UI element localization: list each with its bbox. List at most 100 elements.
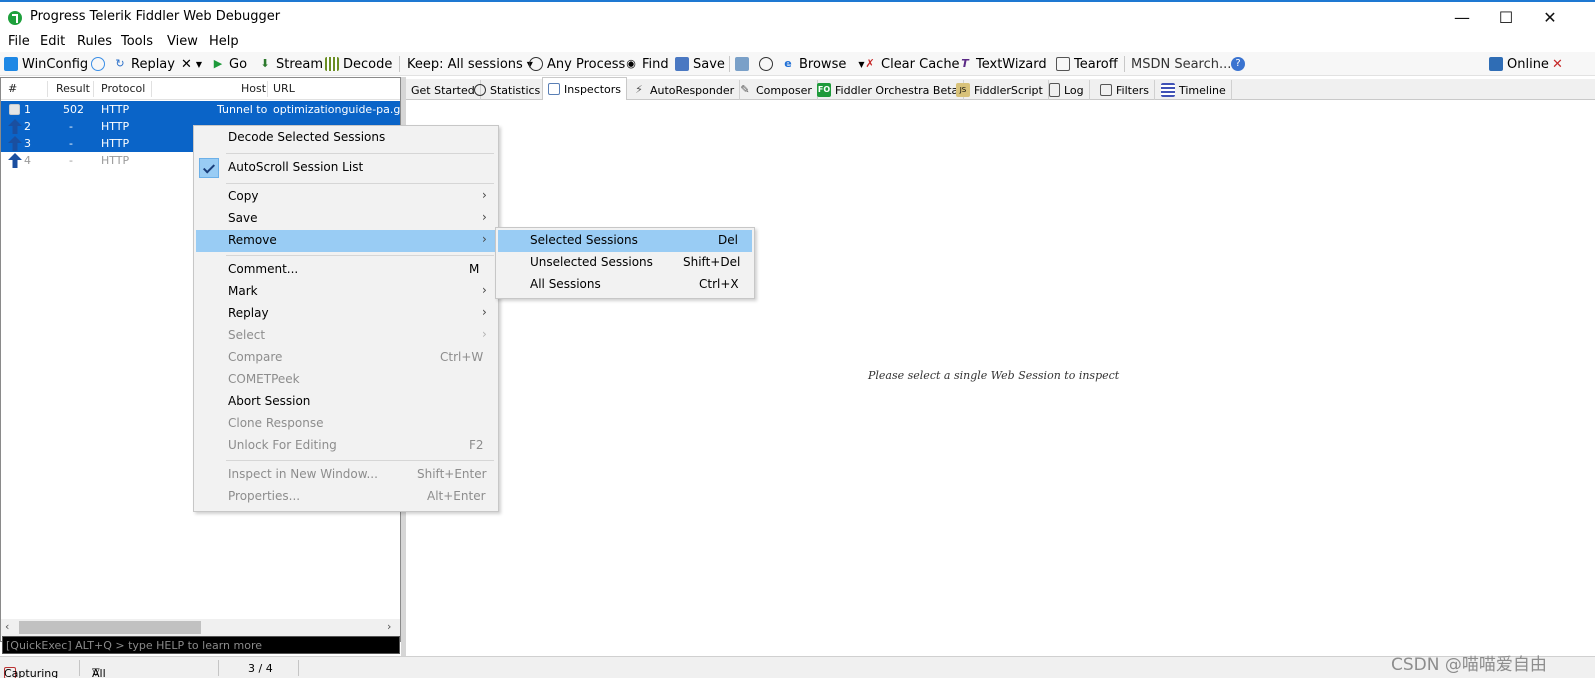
menu-item-mark[interactable]: Mark › [196,281,496,303]
speech-bubble-icon [91,57,105,71]
tab-timeline[interactable]: Timeline [1156,80,1232,100]
menu-view[interactable]: View [167,34,198,49]
tab-autoresponder[interactable]: ⚡ AutoResponder [627,80,741,100]
tab-fiddler-orchestra[interactable]: FO Fiddler Orchestra Beta [812,80,965,100]
menu-tools[interactable]: Tools [121,34,153,49]
lightning-icon: ⚡ [635,83,643,96]
tearoff-button[interactable]: Tearoff [1056,55,1118,73]
network-icon [1489,57,1503,71]
windows-icon [4,57,18,71]
remove-submenu: Selected Sessions Del Unselected Session… [495,227,755,299]
decode-button[interactable]: Decode [325,55,392,73]
inspector-empty-message: Please select a single Web Session to in… [868,369,1120,382]
status-bar: Capturing ▽ All Processes 3 / 4 [0,656,1595,678]
col-result[interactable]: Result [56,82,90,95]
session-context-menu: Decode Selected Sessions AutoScroll Sess… [193,125,499,512]
col-id[interactable]: # [8,82,17,95]
menu-item-decode-selected[interactable]: Decode Selected Sessions [196,127,496,149]
menu-edit[interactable]: Edit [40,34,65,49]
find-button[interactable]: ◉ Find [624,55,668,73]
scroll-right-icon[interactable]: › [387,620,391,633]
checkbox-icon [1100,84,1112,96]
col-protocol[interactable]: Protocol [101,82,145,95]
close-toolbar-icon[interactable]: ✕ [1552,55,1563,73]
stream-button[interactable]: ⬇ Stream [258,55,323,73]
menu-item-clone-response[interactable]: Clone Response [196,413,496,435]
menu-file[interactable]: File [8,34,30,49]
submenu-item-unselected-sessions[interactable]: Unselected Sessions Shift+Del [498,252,752,274]
replay-icon: ↻ [115,57,125,70]
col-host[interactable]: Host [241,82,266,95]
menu-item-properties[interactable]: Properties... Alt+Enter [196,486,496,508]
crosshair-icon [529,57,543,71]
menu-item-cometpeek[interactable]: COMETPeek [196,369,496,391]
clear-cache-button[interactable]: ✗ Clear Cache [863,55,959,73]
stopwatch-icon [759,57,773,71]
timer-button[interactable] [759,55,773,73]
go-button[interactable]: ▶ Go [211,55,247,73]
menu-item-unlock-editing[interactable]: Unlock For Editing F2 [196,435,496,457]
scrollbar-thumb[interactable] [19,621,201,634]
menu-item-compare[interactable]: Compare Ctrl+W [196,347,496,369]
menu-separator [226,255,494,256]
keep-sessions-dropdown[interactable]: Keep: All sessions ▼ [407,55,533,73]
statistics-icon [474,84,486,96]
help-button[interactable]: ? [1231,55,1245,73]
window-title: Progress Telerik Fiddler Web Debugger [30,9,281,24]
menu-help[interactable]: Help [209,34,239,49]
textwizard-button[interactable]: T TextWizard [958,55,1046,73]
log-icon [1049,83,1060,97]
timeline-icon [1161,83,1175,97]
online-status[interactable]: Online [1489,55,1549,73]
menu-rules[interactable]: Rules [77,34,112,49]
magnifier-icon [548,83,560,95]
menu-item-inspect-new-window[interactable]: Inspect in New Window... Shift+Enter [196,464,496,486]
session-count: 3 / 4 [248,662,273,675]
tab-composer[interactable]: ✎ Composer [733,80,818,100]
horizontal-scrollbar[interactable]: ‹ › [1,619,400,636]
close-button[interactable]: ✕ [1528,6,1572,30]
menu-separator [226,183,494,184]
winconfig-button[interactable]: WinConfig [4,55,88,73]
tab-filters[interactable]: Filters [1095,80,1155,100]
maximize-button[interactable]: ☐ [1484,6,1528,30]
tab-inspectors[interactable]: Inspectors [542,77,628,100]
scroll-left-icon[interactable]: ‹ [5,620,9,633]
tab-fiddlerscript[interactable]: JS FiddlerScript [951,80,1049,100]
menu-item-save[interactable]: Save › [196,208,496,230]
comment-button[interactable] [91,55,105,73]
menu-item-select[interactable]: Select › [196,325,496,347]
tab-log[interactable]: Log [1044,80,1090,100]
col-url[interactable]: URL [273,82,295,95]
inspector-tabs: Get Started Statistics Inspectors ⚡ Auto… [406,77,1595,100]
menu-item-autoscroll[interactable]: AutoScroll Session List [196,157,496,179]
msdn-search-box[interactable]: MSDN Search... [1131,55,1231,73]
remove-dropdown-button[interactable]: ✕ ▼ [181,55,202,73]
lock-icon [9,104,20,115]
browse-button[interactable]: e Browse ▼ [781,55,864,73]
toolbar: WinConfig ↻ Replay ✕ ▼ ▶ Go ⬇ Stream Dec… [0,52,1595,76]
submenu-item-all-sessions[interactable]: All Sessions Ctrl+X [498,274,752,296]
table-row[interactable]: 1 502 HTTP Tunnel to optimizationguide-p… [1,101,414,118]
submenu-arrow-icon: › [482,232,487,246]
any-process-button[interactable]: Any Process [529,55,625,73]
chevron-down-icon: ▼ [195,59,203,69]
minimize-button[interactable]: — [1440,6,1484,30]
submenu-arrow-icon: › [482,305,487,319]
menu-separator [226,460,494,461]
menu-item-abort-session[interactable]: Abort Session [196,391,496,413]
screenshot-button[interactable] [735,55,749,73]
menu-item-comment[interactable]: Comment... M [196,259,496,281]
script-icon: JS [956,83,970,97]
menu-item-remove[interactable]: Remove › [196,230,496,252]
tab-statistics[interactable]: Statistics [469,80,547,100]
quickexec-input[interactable]: [QuickExec] ALT+Q > type HELP to learn m… [2,636,400,654]
save-button[interactable]: Save [675,55,725,73]
replay-button[interactable]: ↻ Replay [113,55,175,73]
submenu-item-selected-sessions[interactable]: Selected Sessions Del [498,230,752,252]
fiddler-logo-icon [8,11,22,25]
menu-item-copy[interactable]: Copy › [196,186,496,208]
menu-item-replay[interactable]: Replay › [196,303,496,325]
title-bar: Progress Telerik Fiddler Web Debugger — … [0,0,1595,32]
tearoff-icon [1056,57,1070,71]
